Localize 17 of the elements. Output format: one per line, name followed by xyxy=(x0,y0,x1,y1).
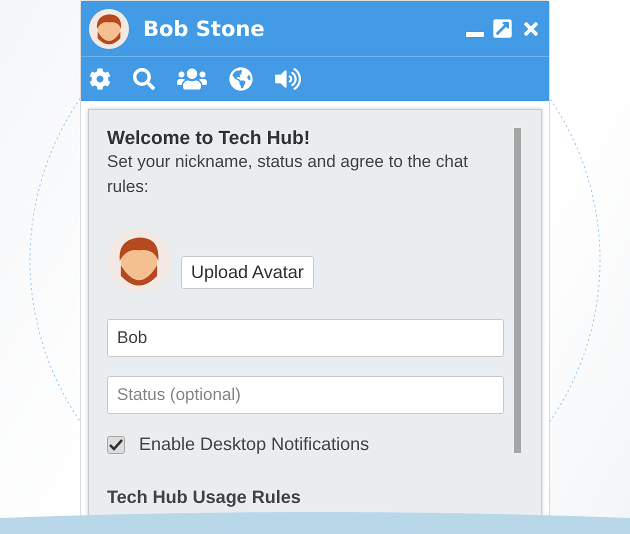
avatar-icon xyxy=(89,8,129,48)
scrollbar-thumb[interactable] xyxy=(514,128,521,453)
globe-button[interactable] xyxy=(229,67,253,91)
window-title: Bob Stone xyxy=(143,16,266,40)
welcome-heading: Welcome to Tech Hub! xyxy=(107,128,312,150)
welcome-text: Set your nickname, status and agree to the chat rules: xyxy=(107,151,469,198)
notifications-label: Enable Desktop Notifications xyxy=(139,434,370,456)
pop-out-button[interactable] xyxy=(492,18,513,39)
upload-avatar-button[interactable]: Upload Avatar xyxy=(181,256,314,290)
notifications-checkbox[interactable] xyxy=(107,436,125,454)
status-field[interactable]: Status (optional) xyxy=(107,376,504,414)
search-button[interactable] xyxy=(133,68,155,90)
volume-button[interactable] xyxy=(275,66,301,92)
rules-heading: Tech Hub Usage Rules xyxy=(107,487,302,508)
avatar-preview-icon xyxy=(107,229,171,294)
nickname-field[interactable]: Bob xyxy=(107,319,504,358)
settings-button[interactable] xyxy=(89,68,111,90)
